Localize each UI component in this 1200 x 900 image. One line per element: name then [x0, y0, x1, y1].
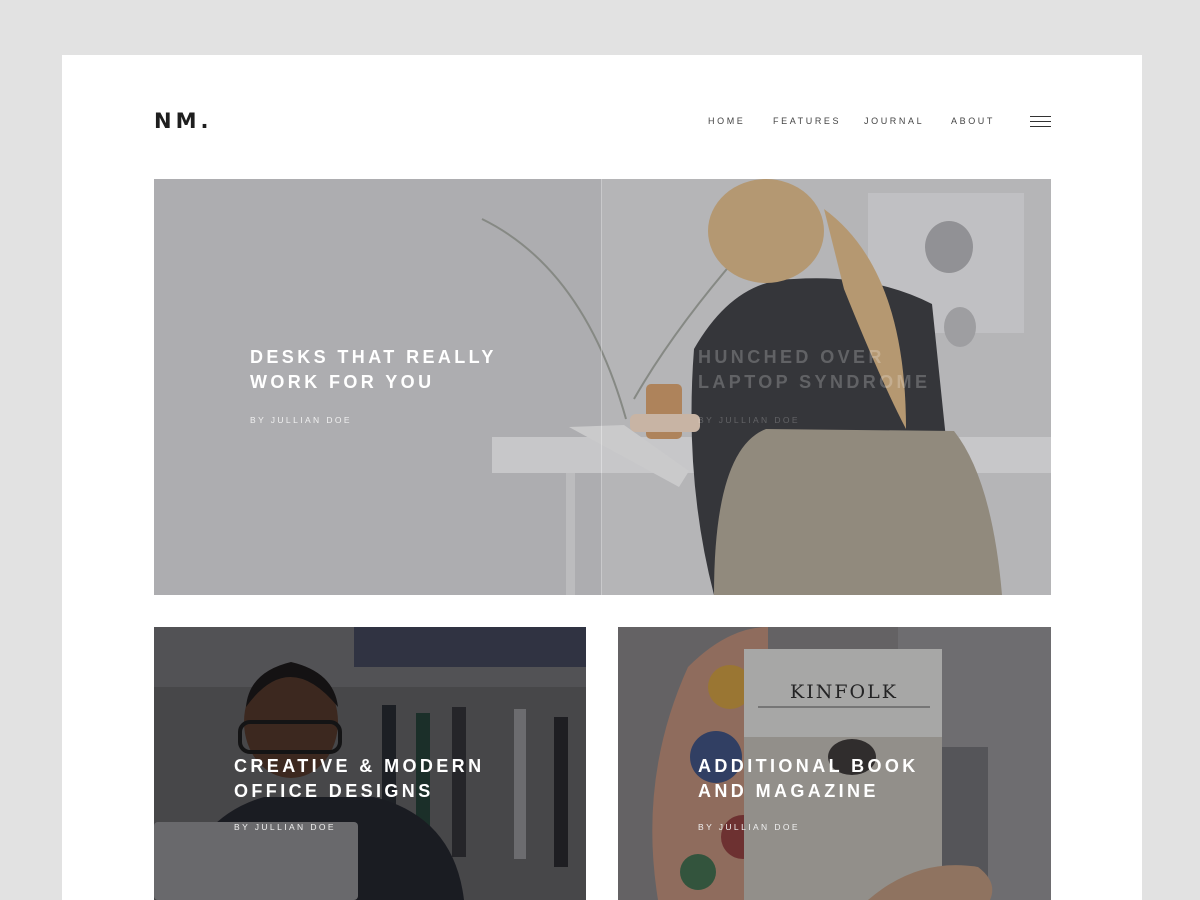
- hero-slide-title: DESKS THAT REALLY WORK FOR YOU: [250, 345, 497, 395]
- hero-slide-title-line: DESKS THAT REALLY: [250, 347, 497, 367]
- nav-home[interactable]: HOME: [708, 116, 745, 126]
- hero-slide-author: BY JULLIAN DOE: [698, 415, 800, 425]
- hero-slide-title-line: WORK FOR YOU: [250, 372, 435, 392]
- slide-divider: [601, 179, 602, 595]
- nav-features[interactable]: FEATURES: [773, 116, 841, 126]
- post-title-line: AND MAGAZINE: [698, 781, 879, 801]
- page-container: NM. HOME FEATURES JOURNAL ABOUT DESKS TH…: [62, 55, 1142, 900]
- post-title-line: CREATIVE & MODERN: [234, 756, 485, 776]
- post-title: ADDITIONAL BOOK AND MAGAZINE: [698, 754, 919, 804]
- hamburger-menu-icon[interactable]: [1030, 116, 1051, 127]
- post-author: BY JULLIAN DOE: [234, 822, 336, 832]
- hero-slide-title-line: LAPTOP SYNDROME: [698, 372, 931, 392]
- hero-slide-title: HUNCHED OVER LAPTOP SYNDROME: [698, 345, 930, 395]
- hero-slider[interactable]: DESKS THAT REALLY WORK FOR YOU BY JULLIA…: [154, 179, 1051, 595]
- post-card[interactable]: CREATIVE & MODERN OFFICE DESIGNS BY JULL…: [154, 627, 586, 900]
- nav-journal[interactable]: JOURNAL: [864, 116, 924, 126]
- post-title-line: ADDITIONAL BOOK: [698, 756, 919, 776]
- hero-slide-author: BY JULLIAN DOE: [250, 415, 352, 425]
- post-title: CREATIVE & MODERN OFFICE DESIGNS: [234, 754, 484, 804]
- nav-about[interactable]: ABOUT: [951, 116, 995, 126]
- main-nav: HOME FEATURES JOURNAL ABOUT: [62, 116, 1142, 130]
- post-author: BY JULLIAN DOE: [698, 822, 800, 832]
- post-title-line: OFFICE DESIGNS: [234, 781, 434, 801]
- post-card[interactable]: KINFOLK ADDITIONAL BOOK AND MAGAZINE BY …: [618, 627, 1051, 900]
- hero-slide-title-line: HUNCHED OVER: [698, 347, 885, 367]
